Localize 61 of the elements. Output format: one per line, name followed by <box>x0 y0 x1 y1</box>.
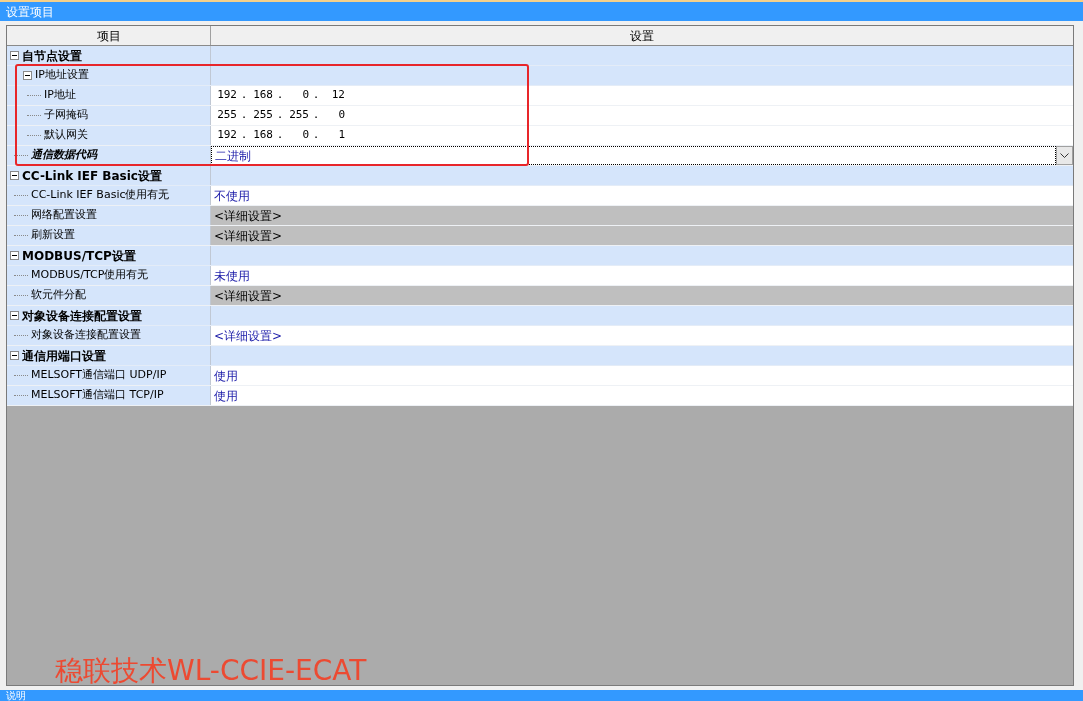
detail-setting-link[interactable]: <详细设置> <box>211 286 283 305</box>
group-label: MODBUS/TCP设置 <box>22 247 136 265</box>
item-label: 对象设备连接配置设置 <box>31 327 141 344</box>
setting-value[interactable]: 未使用 <box>211 266 250 285</box>
ip-octet: 0 <box>301 87 309 104</box>
ip-separator: . <box>311 107 321 124</box>
item-label: 通信数据代码 <box>31 147 97 164</box>
item-label: MELSOFT通信端口 UDP/IP <box>31 367 167 384</box>
ip-octet: 168 <box>252 87 273 104</box>
ip-octet: 1 <box>337 127 345 144</box>
ip-separator: . <box>275 127 285 144</box>
ip-separator: . <box>275 107 285 124</box>
group-label: CC-Link IEF Basic设置 <box>22 167 162 185</box>
ip-octet: 255 <box>216 107 237 124</box>
column-header[interactable]: 设置 <box>211 26 1073 45</box>
group-label: 自节点设置 <box>22 47 82 65</box>
item-label: 刷新设置 <box>31 227 75 244</box>
collapse-icon[interactable] <box>10 251 19 260</box>
collapse-icon[interactable] <box>10 311 19 320</box>
item-label: 子网掩码 <box>44 107 88 124</box>
collapse-icon[interactable] <box>10 351 19 360</box>
ip-octet: 0 <box>337 107 345 124</box>
setting-value[interactable]: 不使用 <box>211 186 250 205</box>
chevron-down-icon <box>1060 153 1069 158</box>
group-label: IP地址设置 <box>35 67 89 84</box>
ip-separator: . <box>311 127 321 144</box>
collapse-icon[interactable] <box>10 51 19 60</box>
ip-octet: 168 <box>252 127 273 144</box>
ip-separator: . <box>239 87 249 104</box>
detail-setting-link[interactable]: <详细设置> <box>211 206 283 225</box>
bottom-panel-title: 说明 <box>6 690 26 701</box>
ip-separator: . <box>275 87 285 104</box>
ip-separator: . <box>239 127 249 144</box>
ip-octet: 192 <box>216 87 237 104</box>
item-label: MELSOFT通信端口 TCP/IP <box>31 387 164 404</box>
ip-octet: 192 <box>216 127 237 144</box>
setting-value[interactable]: 使用 <box>211 386 238 405</box>
dropdown-button[interactable] <box>1056 146 1073 165</box>
setting-value[interactable]: 使用 <box>211 366 238 385</box>
ip-octet: 0 <box>301 127 309 144</box>
item-label: 软元件分配 <box>31 287 86 304</box>
ip-octet: 255 <box>288 107 309 124</box>
item-label: IP地址 <box>44 87 76 104</box>
column-header[interactable]: 项目 <box>7 26 211 45</box>
ip-octet: 255 <box>252 107 273 124</box>
detail-setting-link[interactable]: <详细设置> <box>211 226 283 245</box>
item-label: 默认网关 <box>44 127 88 144</box>
ip-separator: . <box>311 87 321 104</box>
group-label: 对象设备连接配置设置 <box>22 307 142 325</box>
collapse-icon[interactable] <box>23 71 32 80</box>
collapse-icon[interactable] <box>10 171 19 180</box>
item-label: 网络配置设置 <box>31 207 97 224</box>
ip-octet: 12 <box>330 87 345 104</box>
annotation-caption: 稳联技术WL-CCIE-ECAT <box>55 655 367 687</box>
window-title: 设置项目 <box>6 3 54 21</box>
group-label: 通信用端口设置 <box>22 347 106 365</box>
ip-separator: . <box>239 107 249 124</box>
item-label: CC-Link IEF Basic使用有无 <box>31 187 170 204</box>
item-label: MODBUS/TCP使用有无 <box>31 267 149 284</box>
setting-value[interactable]: <详细设置> <box>211 326 283 345</box>
dropdown-field[interactable]: 二进制 <box>211 146 1056 165</box>
